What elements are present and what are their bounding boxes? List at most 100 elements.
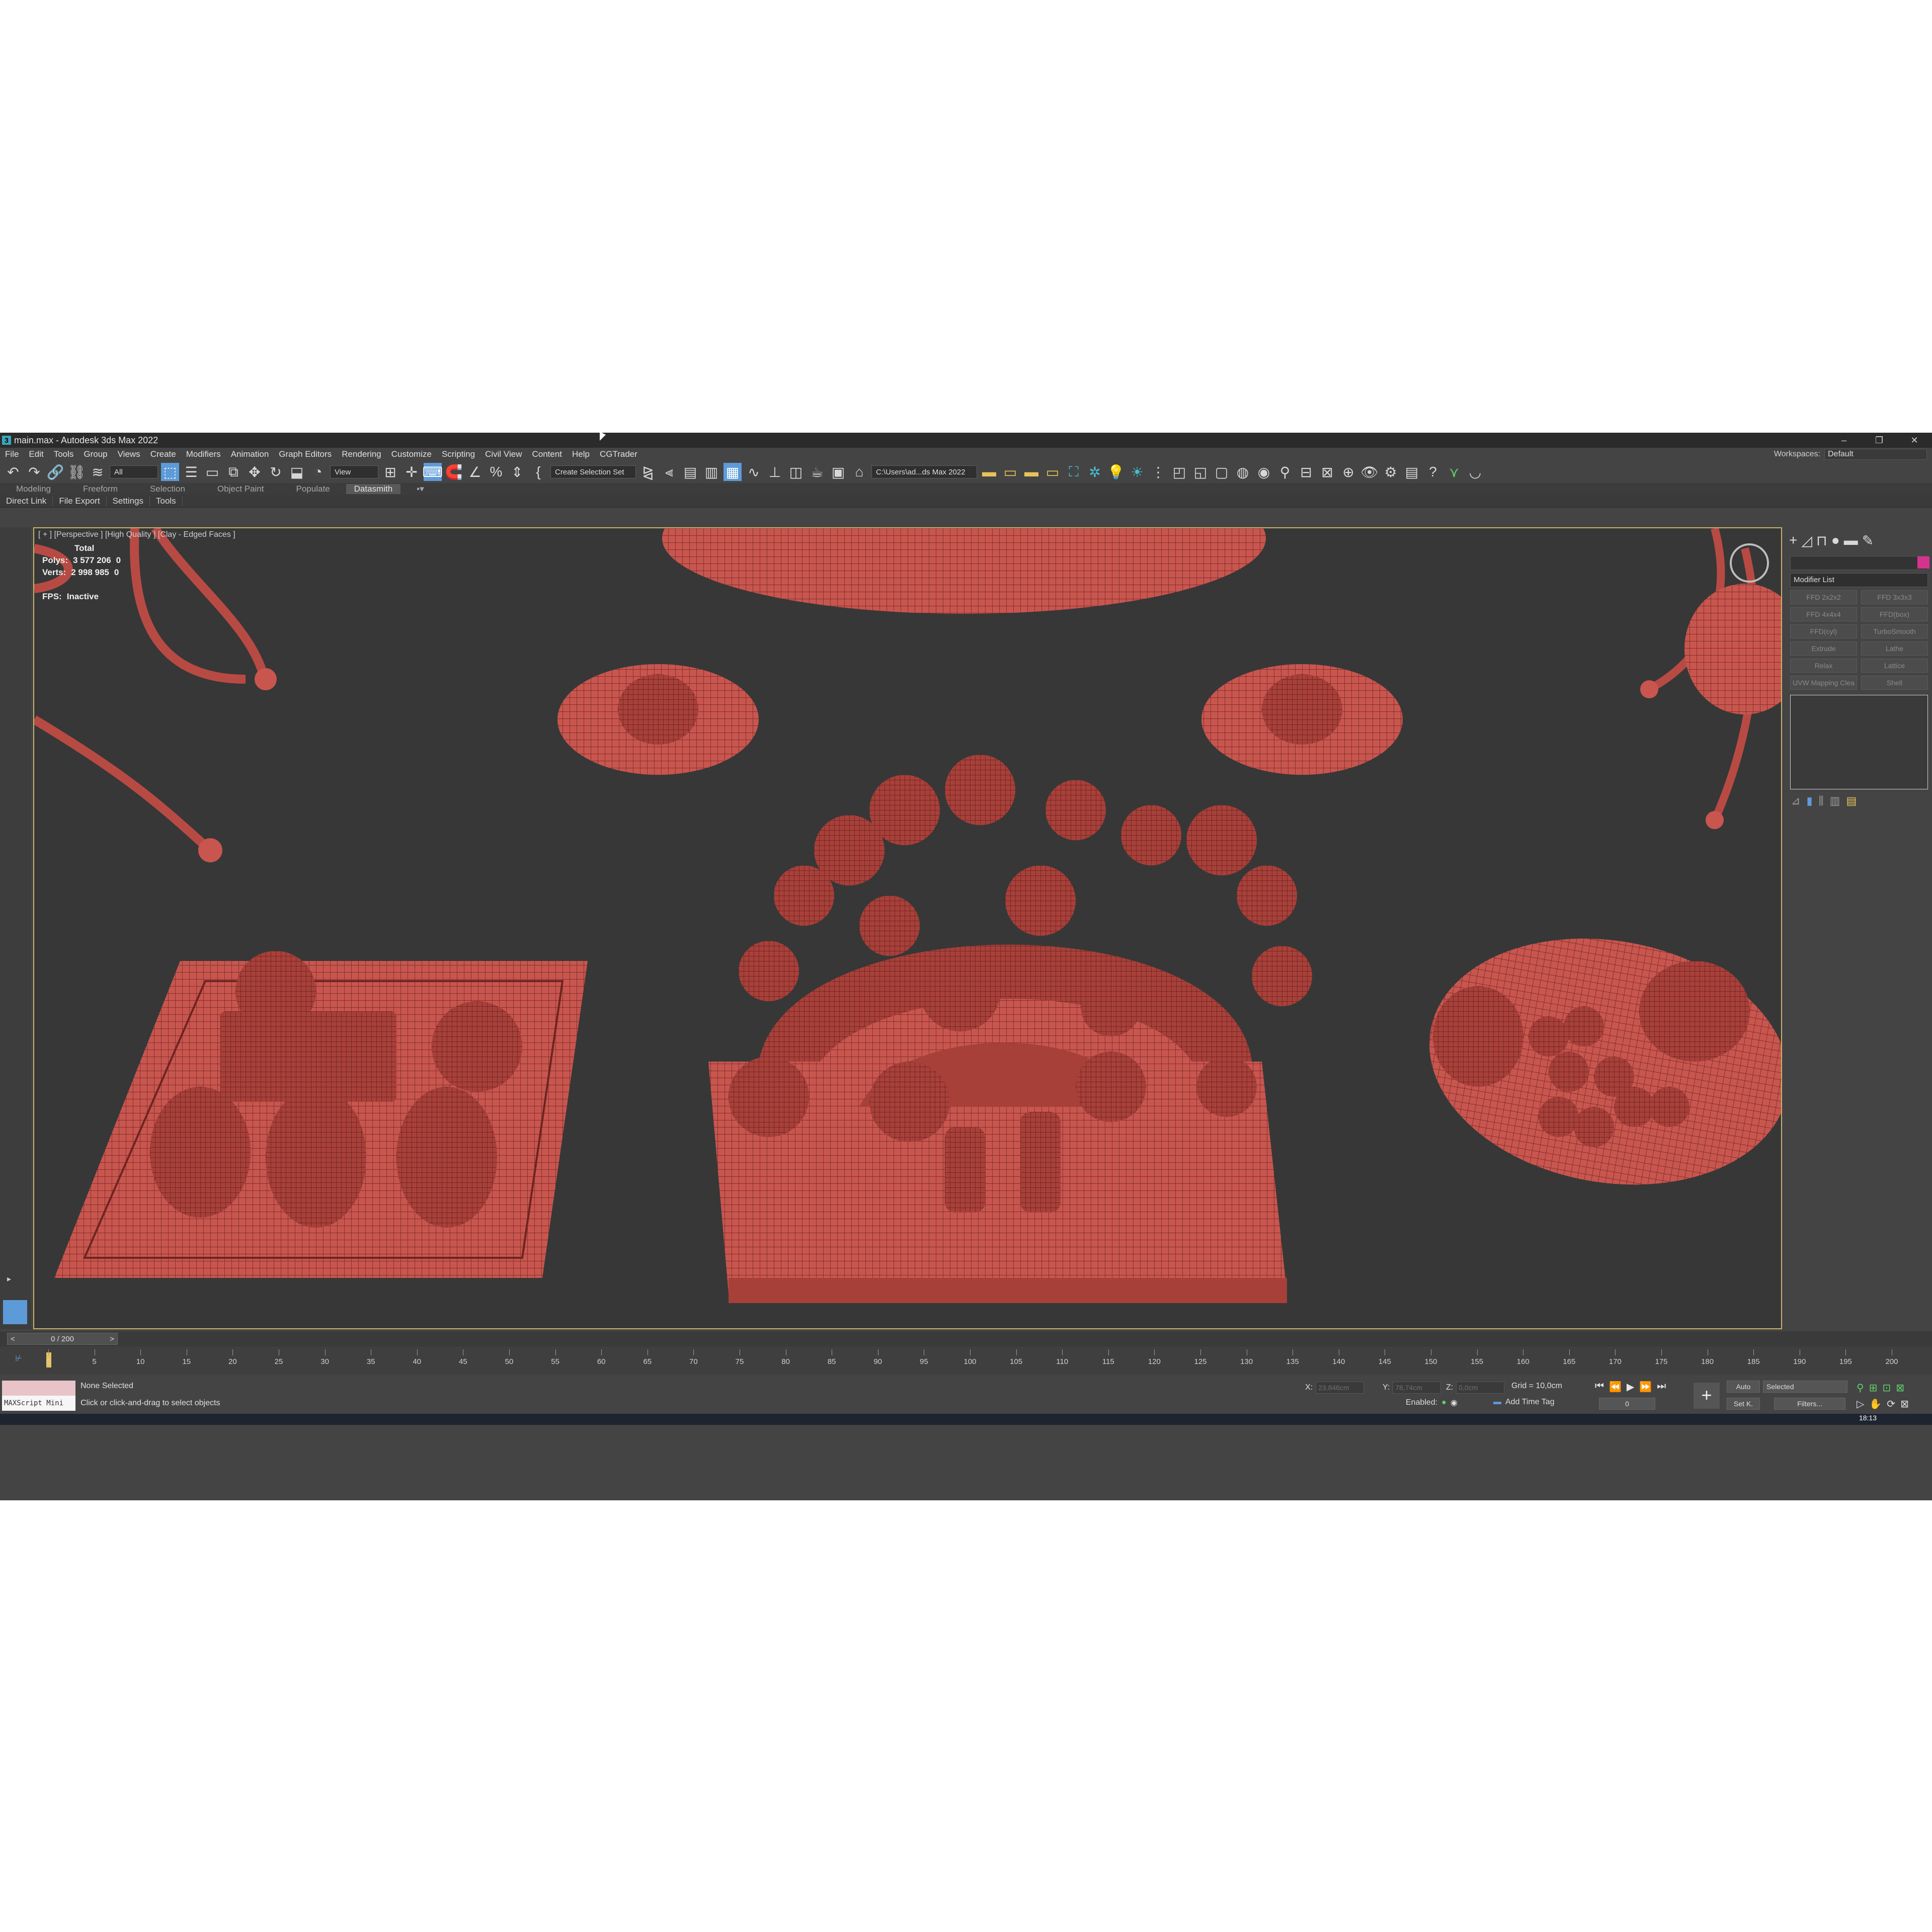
make-unique-icon[interactable]: ⫼	[1819, 794, 1824, 808]
x-field[interactable]: 23,846cm	[1316, 1382, 1364, 1394]
go-to-start-icon[interactable]: ⏮	[1595, 1381, 1604, 1393]
align-icon[interactable]: ⫷	[660, 463, 678, 481]
notes-icon[interactable]: ▤	[1403, 463, 1421, 481]
scene-explorer-icon[interactable]: ▤	[681, 463, 699, 481]
minimize-button[interactable]: –	[1826, 433, 1862, 448]
render-icon[interactable]: ◰	[1170, 463, 1188, 481]
field-of-view-icon[interactable]: ▷	[1857, 1398, 1864, 1410]
eye-icon[interactable]: 👁	[1360, 463, 1379, 481]
menu-content[interactable]: Content	[527, 449, 567, 459]
close-button[interactable]: ✕	[1897, 433, 1932, 448]
tab-freeform[interactable]: Freeform	[67, 484, 134, 494]
datasmith-icon[interactable]: ⋎	[1445, 463, 1463, 481]
zoom-icon[interactable]: ⚲	[1857, 1382, 1864, 1394]
modifier-button[interactable]: TurboSmooth	[1861, 624, 1928, 638]
spinner-snap-icon[interactable]: ⇕	[508, 463, 526, 481]
ribbon-options-icon[interactable]: ▪▾	[400, 484, 440, 494]
zoom-extents-icon[interactable]: ⊡	[1882, 1382, 1891, 1394]
sphere-icon[interactable]: ◉	[1255, 463, 1273, 481]
pivot-center-icon[interactable]: ⊞	[381, 463, 399, 481]
set-key-icon[interactable]: +	[1694, 1383, 1720, 1409]
angle-snap-icon[interactable]: ∠	[466, 463, 484, 481]
menu-tools[interactable]: Tools	[49, 449, 79, 459]
modifier-list-dropdown[interactable]: Modifier List	[1790, 573, 1928, 587]
menu-file[interactable]: File	[0, 449, 24, 459]
sun-icon[interactable]: ☀	[1128, 463, 1146, 481]
material-slate-icon[interactable]: ▢	[1213, 463, 1231, 481]
export-folder-icon[interactable]: ▬	[1022, 463, 1040, 481]
orbit-icon[interactable]: ⟳	[1887, 1398, 1895, 1410]
open-folder-icon[interactable]: ▬	[980, 463, 998, 481]
array-icon[interactable]: ⋮	[1149, 463, 1167, 481]
y-field[interactable]: 78,74cm	[1393, 1382, 1441, 1394]
object-name-field[interactable]	[1790, 556, 1929, 570]
tab-datasmith[interactable]: Datasmith	[346, 484, 401, 494]
window-crossing-icon[interactable]: ⧉	[224, 463, 243, 481]
z-field[interactable]: 0,0cm	[1456, 1382, 1505, 1394]
link-icon[interactable]: 🔗	[46, 463, 64, 481]
sync-icon[interactable]: ◡	[1466, 463, 1484, 481]
rectangular-selection-icon[interactable]: ▭	[203, 463, 221, 481]
play-icon[interactable]: ▶	[1627, 1381, 1634, 1393]
modifier-button[interactable]: Extrude	[1790, 641, 1857, 656]
maxscript-listener[interactable]: MAXScript Mini	[2, 1381, 75, 1412]
show-end-result-icon[interactable]: ▮	[1806, 794, 1812, 808]
camera-icon[interactable]: ⛶	[1065, 463, 1083, 481]
menu-create[interactable]: Create	[145, 449, 181, 459]
enabled-dot-icon[interactable]: ●	[1441, 1398, 1446, 1407]
ribbon-toggle-icon[interactable]: ▦	[723, 463, 742, 481]
select-manipulate-icon[interactable]: ✛	[403, 463, 421, 481]
display-tab-icon[interactable]: ▬	[1844, 532, 1858, 549]
modifier-button[interactable]: UVW Mapping Clea	[1790, 676, 1857, 690]
file-export-button[interactable]: File Export	[53, 496, 107, 506]
quick-render-icon[interactable]: ◱	[1191, 463, 1210, 481]
menu-edit[interactable]: Edit	[24, 449, 48, 459]
viewport-layout-tab-icon[interactable]	[3, 1300, 27, 1324]
mirror-icon[interactable]: ⧎	[639, 463, 657, 481]
settings-button[interactable]: Settings	[107, 496, 150, 506]
time-next-icon[interactable]: >	[110, 1335, 114, 1343]
zoom-extents-all-icon[interactable]: ⊠	[1896, 1382, 1904, 1394]
tab-selection[interactable]: Selection	[134, 484, 201, 494]
object-color-swatch[interactable]	[1917, 556, 1929, 569]
menu-cgtrader[interactable]: CGTrader	[595, 449, 642, 459]
import-folder-icon[interactable]: ▭	[1043, 463, 1062, 481]
key-filters-button[interactable]: Filters...	[1774, 1398, 1845, 1410]
key-filter-dropdown[interactable]: Selected	[1763, 1381, 1847, 1393]
track-bar[interactable]: ⊬ 0 5 10 15 20 25 30 35 40 45 50 55 60 65 70 75 80 85 90 95…	[0, 1346, 1932, 1375]
time-tag-icon[interactable]: ▬	[1493, 1398, 1501, 1407]
selection-filter-dropdown[interactable]: All	[110, 465, 158, 478]
maxscript-input[interactable]: MAXScript Mini	[2, 1396, 75, 1411]
modify-tab-icon[interactable]: ◿	[1801, 532, 1812, 549]
create-tab-icon[interactable]: +	[1789, 532, 1797, 549]
modifier-button[interactable]: FFD(cyl)	[1790, 624, 1857, 638]
lightbulb-icon[interactable]: ⚲	[1276, 463, 1294, 481]
percent-snap-icon[interactable]: %	[487, 463, 505, 481]
maxscript-output[interactable]	[2, 1381, 75, 1396]
undo-icon[interactable]: ↶	[4, 463, 22, 481]
menu-customize[interactable]: Customize	[386, 449, 437, 459]
next-frame-icon[interactable]: ⏩	[1639, 1381, 1652, 1393]
menu-help[interactable]: Help	[567, 449, 595, 459]
keyboard-shortcut-override-icon[interactable]: ⌨	[423, 463, 443, 481]
maximize-toggle-icon[interactable]: ⊠	[1900, 1398, 1909, 1410]
maximize-viewport-icon[interactable]: ⊠	[1318, 463, 1336, 481]
modifier-button[interactable]: FFD 3x3x3	[1861, 590, 1928, 604]
viewport-label[interactable]: [ + ] [Perspective ] [High Quality ] [Cl…	[38, 530, 235, 539]
current-frame-field[interactable]: 0	[1599, 1398, 1655, 1410]
modifier-button[interactable]: Relax	[1790, 659, 1857, 673]
workspaces-dropdown[interactable]: Default	[1824, 449, 1927, 460]
curve-editor-mini-icon[interactable]: ⊬	[15, 1353, 22, 1363]
curve-editor-icon[interactable]: ∿	[745, 463, 763, 481]
physical-camera-icon[interactable]: ✲	[1086, 463, 1104, 481]
menu-group[interactable]: Group	[78, 449, 112, 459]
rendered-frame-icon[interactable]: ▣	[829, 463, 847, 481]
previous-frame-icon[interactable]: ⏪	[1609, 1381, 1622, 1393]
menu-views[interactable]: Views	[113, 449, 145, 459]
unlink-icon[interactable]: ⛓	[67, 463, 86, 481]
tab-object-paint[interactable]: Object Paint	[201, 484, 280, 494]
redo-icon[interactable]: ↷	[25, 463, 43, 481]
set-key-button[interactable]: Set K.	[1727, 1398, 1760, 1410]
select-object-icon[interactable]: ⬚	[161, 463, 179, 481]
restore-button[interactable]: ❐	[1862, 433, 1897, 448]
